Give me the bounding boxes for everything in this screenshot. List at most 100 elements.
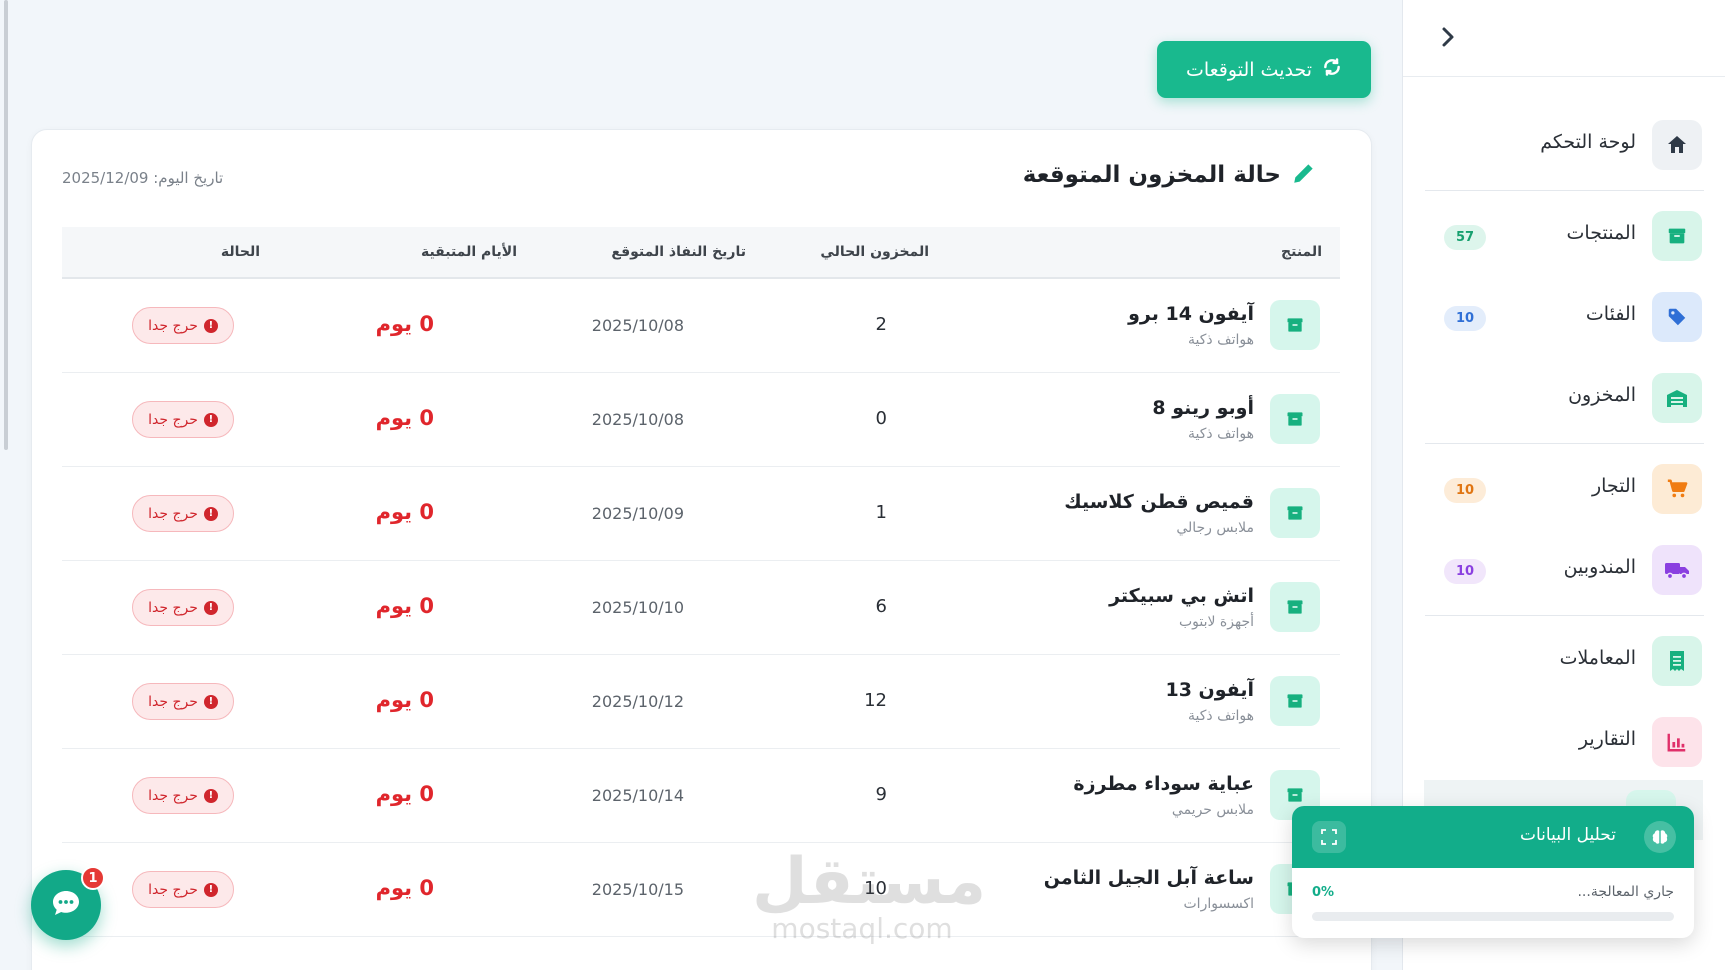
status-label: حرج جدا — [148, 599, 198, 616]
forecast-card: حالة المخزون المتوقعة تاريخ اليوم: 2025/… — [31, 129, 1372, 970]
sidebar-item-label: المخزون — [1568, 384, 1636, 406]
analysis-progress-bar — [1312, 912, 1674, 921]
sidebar-divider — [1425, 615, 1704, 616]
status-label: حرج جدا — [148, 787, 198, 804]
analysis-title: تحليل البيانات — [1520, 825, 1616, 845]
table-header: المنتج المخزون الحالي تاريخ النفاذ المتو… — [62, 227, 1340, 279]
page-scrollbar[interactable] — [4, 0, 8, 450]
categories-count-badge: 10 — [1444, 306, 1486, 331]
product-category: ملابس رجالي — [1176, 520, 1254, 536]
refresh-icon — [1322, 57, 1342, 82]
refresh-forecast-button[interactable]: تحديث التوقعات — [1157, 41, 1371, 98]
product-name: أوبو رينو 8 — [1152, 397, 1254, 419]
product-name: قميص قطن كلاسيك — [1064, 491, 1254, 513]
alert-icon: ! — [203, 506, 218, 521]
sidebar-item-merchants[interactable]: التجار 10 — [1403, 458, 1725, 518]
chart-icon — [1652, 717, 1702, 767]
col-stock: المخزون الحالي — [820, 244, 929, 260]
sidebar-item-inventory[interactable]: المخزون — [1403, 367, 1725, 427]
expected-depletion-date: 2025/10/09 — [591, 504, 684, 523]
cart-icon — [1652, 464, 1702, 514]
tag-icon — [1652, 292, 1702, 342]
chat-notification-badge: 1 — [81, 866, 105, 890]
product-category: أجهزة لابتوب — [1178, 614, 1254, 630]
remaining-days: 0 يوم — [375, 876, 434, 900]
sidebar-item-transactions[interactable]: المعاملات — [1403, 630, 1725, 690]
status-badge: ! حرج جدا — [132, 777, 234, 814]
status-badge: ! حرج جدا — [132, 495, 234, 532]
col-date: تاريخ النفاذ المتوقع — [611, 244, 746, 260]
sidebar-item-label: المعاملات — [1559, 647, 1636, 669]
product-name: آيفون 14 برو — [1128, 303, 1254, 325]
current-stock: 12 — [864, 690, 887, 711]
product-name: اتش بي سبيكتر — [1109, 585, 1254, 607]
sidebar-item-products[interactable]: المنتجات 57 — [1403, 205, 1725, 265]
product-box-icon — [1270, 488, 1320, 538]
receipt-icon — [1652, 636, 1702, 686]
products-count-badge: 57 — [1444, 225, 1486, 250]
sidebar-divider — [1425, 443, 1704, 444]
product-category: هواتف ذكية — [1188, 332, 1254, 348]
alert-icon: ! — [203, 318, 218, 333]
current-stock: 9 — [875, 784, 887, 805]
table-row[interactable]: آيفون 13 هواتف ذكية 12 2025/10/12 0 يوم! حرج … — [62, 655, 1340, 749]
data-analysis-widget: تحليل البيانات جاري المعالجة... 0% — [1292, 806, 1694, 938]
remaining-days: 0 يوم — [375, 688, 434, 712]
status-label: حرج جدا — [148, 881, 198, 898]
sidebar-item-delegates[interactable]: المندوبين 10 — [1403, 539, 1725, 599]
product-name: عباية سوداء مطرزة — [1073, 773, 1254, 795]
remaining-days: 0 يوم — [375, 782, 434, 806]
col-product: المنتج — [1281, 244, 1322, 260]
expand-button[interactable] — [1312, 821, 1346, 853]
status-badge: ! حرج جدا — [132, 589, 234, 626]
expected-depletion-date: 2025/10/12 — [591, 692, 684, 711]
sidebar-item-reports[interactable]: التقارير — [1403, 711, 1725, 771]
status-label: حرج جدا — [148, 317, 198, 334]
sidebar-item-label: الفئات — [1585, 303, 1636, 325]
sidebar-item-dashboard[interactable]: لوحة التحكم — [1403, 114, 1725, 174]
status-badge: ! حرج جدا — [132, 683, 234, 720]
sidebar-item-categories[interactable]: الفئات 10 — [1403, 286, 1725, 346]
expected-depletion-date: 2025/10/15 — [591, 880, 684, 899]
table-row[interactable]: اتش بي سبيكتر أجهزة لابتوب 6 2025/10/10 0 يو… — [62, 561, 1340, 655]
product-box-icon — [1270, 582, 1320, 632]
delegates-count-badge: 10 — [1444, 559, 1486, 584]
home-icon — [1652, 120, 1702, 170]
remaining-days: 0 يوم — [375, 500, 434, 524]
remaining-days: 0 يوم — [375, 406, 434, 430]
current-stock: 1 — [875, 502, 887, 523]
sidebar-item-label: التجار — [1591, 475, 1636, 497]
table-row[interactable]: قميص قطن كلاسيك ملابس رجالي 1 2025/10/09 0 ي… — [62, 467, 1340, 561]
product-category: ملابس حريمي — [1171, 802, 1254, 818]
product-box-icon — [1270, 394, 1320, 444]
remaining-days: 0 يوم — [375, 312, 434, 336]
card-title: حالة المخزون المتوقعة — [1022, 162, 1281, 188]
table-row[interactable]: ساعة آبل الجيل الثامن اكسسوارات 10 2025/10/… — [62, 843, 1340, 937]
expected-depletion-date: 2025/10/08 — [591, 410, 684, 429]
status-label: حرج جدا — [148, 411, 198, 428]
status-label: حرج جدا — [148, 505, 198, 522]
table-row[interactable]: آيفون 14 برو هواتف ذكية 2 2025/10/08 0 يوم! ح… — [62, 279, 1340, 373]
today-date: تاريخ اليوم: 2025/12/09 — [62, 169, 224, 187]
sidebar-item-label: التقارير — [1578, 728, 1636, 750]
status-label: حرج جدا — [148, 693, 198, 710]
current-stock: 10 — [864, 878, 887, 899]
status-badge: ! حرج جدا — [132, 401, 234, 438]
remaining-days: 0 يوم — [375, 594, 434, 618]
chat-bubble-icon — [51, 889, 81, 921]
expected-depletion-date: 2025/10/14 — [591, 786, 684, 805]
sidebar-item-label: المندوبين — [1563, 556, 1636, 578]
table-row[interactable]: أوبو رينو 8 هواتف ذكية 0 2025/10/08 0 يوم! حر… — [62, 373, 1340, 467]
col-days: الأيام المتبقية — [420, 244, 517, 260]
box-icon — [1652, 211, 1702, 261]
col-status: الحالة — [220, 244, 260, 260]
sidebar-divider — [1425, 190, 1704, 191]
refresh-forecast-label: تحديث التوقعات — [1185, 58, 1313, 81]
sidebar-toggle-button[interactable] — [1433, 24, 1463, 54]
merchants-count-badge: 10 — [1444, 478, 1486, 503]
product-name: ساعة آبل الجيل الثامن — [1043, 867, 1254, 889]
alert-icon: ! — [203, 412, 218, 427]
table-row[interactable]: عباية سوداء مطرزة ملابس حريمي 9 2025/10/14 0… — [62, 749, 1340, 843]
analysis-status: جاري المعالجة... — [1577, 884, 1674, 900]
product-category: هواتف ذكية — [1188, 426, 1254, 442]
